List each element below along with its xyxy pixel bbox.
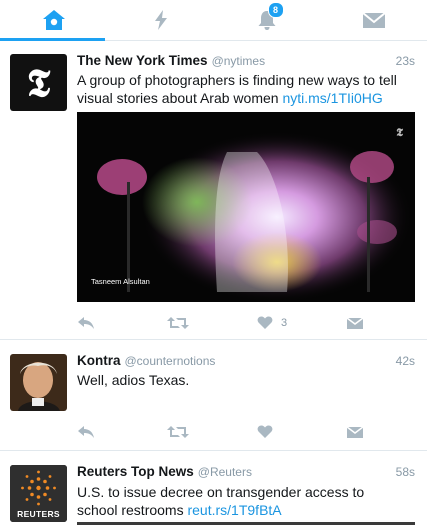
reply-icon xyxy=(78,317,94,329)
tab-moments[interactable] xyxy=(107,0,214,40)
avatar[interactable] xyxy=(10,354,67,411)
tweet-link[interactable]: reut.rs/1T9fBtA xyxy=(187,502,281,518)
tweet-text: U.S. to issue decree on transgender acce… xyxy=(77,483,407,519)
author-name[interactable]: The New York Times xyxy=(77,53,208,68)
reply-button[interactable] xyxy=(77,312,95,334)
tweet-header: The New York Times @nytimes 23s xyxy=(77,53,415,73)
avatar[interactable]: 𝕿 xyxy=(10,54,67,111)
tweet-link[interactable]: nyti.ms/1TIi0HG xyxy=(282,90,382,106)
reuters-logo-label: REUTERS xyxy=(17,509,60,519)
message-button[interactable] xyxy=(347,421,363,443)
tab-notifications[interactable]: 8 xyxy=(213,0,320,40)
tweet-actions xyxy=(77,421,377,443)
tweet-nytimes[interactable]: 𝕿 The New York Times @nytimes 23s A group… xyxy=(0,41,427,340)
tweet-time: 58s xyxy=(395,465,415,479)
like-button[interactable]: 3 xyxy=(257,312,287,334)
tweet-header: Kontra @counternotions 42s xyxy=(77,353,415,373)
tab-messages[interactable] xyxy=(320,0,427,40)
tweet-text: Well, adios Texas. xyxy=(77,372,190,388)
heart-icon xyxy=(257,316,273,329)
author-handle[interactable]: @counternotions xyxy=(125,354,216,368)
home-icon xyxy=(42,10,65,30)
retweet-button[interactable] xyxy=(167,421,189,443)
retweet-icon xyxy=(167,426,189,438)
message-button[interactable] xyxy=(347,312,363,334)
author-name[interactable]: Reuters Top News xyxy=(77,464,194,479)
tweet-photo[interactable]: Tasneem Alsultan 𝕿 xyxy=(77,112,415,302)
photo-caption: Tasneem Alsultan xyxy=(91,277,150,286)
tweet-actions: 3 xyxy=(77,312,377,334)
like-button[interactable] xyxy=(257,421,273,443)
reply-icon xyxy=(78,426,94,438)
author-name[interactable]: Kontra xyxy=(77,353,121,368)
photo-image xyxy=(77,112,415,302)
tweet-reuters[interactable]: REUTERS Reuters Top News @Reuters 58s U.S… xyxy=(0,451,427,525)
avatar[interactable]: REUTERS xyxy=(10,465,67,522)
portrait-image xyxy=(10,354,67,411)
tweet-header: Reuters Top News @Reuters 58s xyxy=(77,464,415,484)
heart-icon xyxy=(257,425,273,438)
author-handle[interactable]: @Reuters xyxy=(198,465,252,479)
author-handle[interactable]: @nytimes xyxy=(212,54,266,68)
tweet-kontra[interactable]: Kontra @counternotions 42s Well, adios Te… xyxy=(0,340,427,451)
envelope-icon xyxy=(361,12,386,28)
nyt-logo-icon: 𝕿 xyxy=(26,59,51,105)
retweet-button[interactable] xyxy=(167,312,189,334)
envelope-icon xyxy=(347,317,363,329)
notification-badge: 8 xyxy=(267,2,284,18)
tweet-time: 42s xyxy=(395,354,415,368)
tab-home[interactable] xyxy=(0,0,107,41)
reply-button[interactable] xyxy=(77,421,95,443)
top-tab-bar: 8 xyxy=(0,0,427,41)
tweet-time: 23s xyxy=(395,54,415,68)
envelope-icon xyxy=(347,426,363,438)
lightning-icon xyxy=(154,10,167,30)
like-count: 3 xyxy=(281,317,288,329)
nyt-watermark-icon: 𝕿 xyxy=(396,126,403,139)
tweet-text: A group of photographers is finding new … xyxy=(77,71,407,107)
retweet-icon xyxy=(167,317,189,329)
